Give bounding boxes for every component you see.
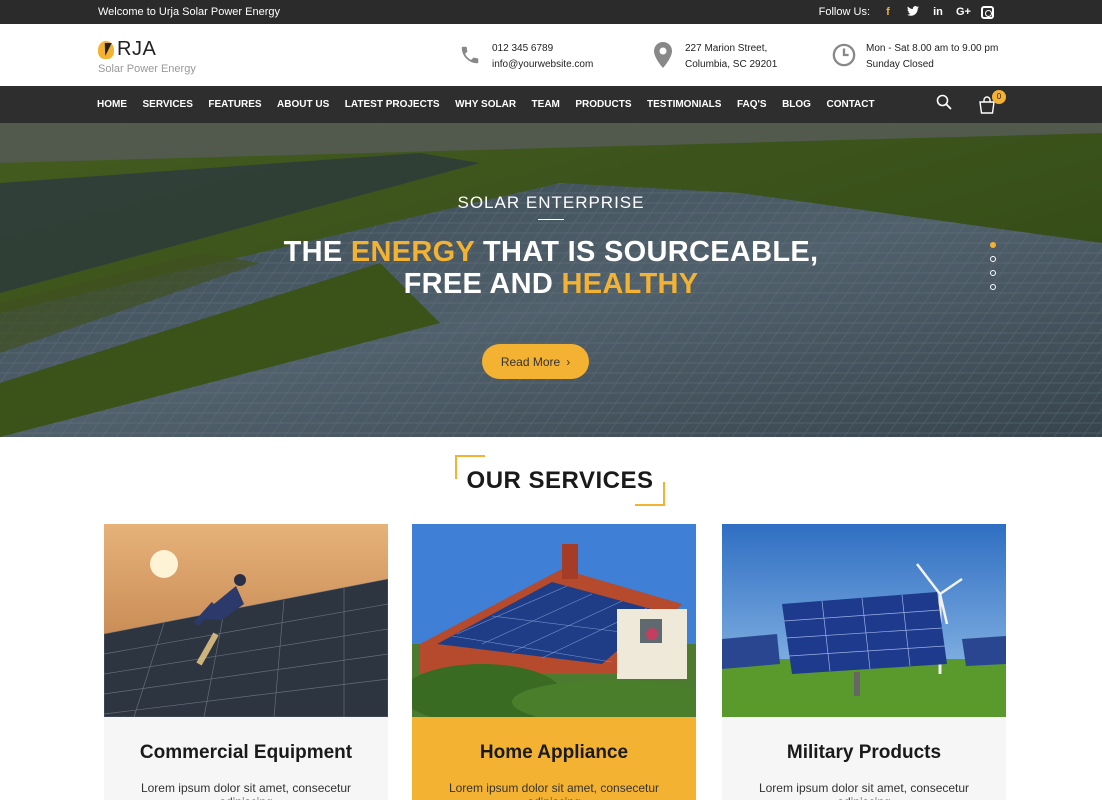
nav-services[interactable]: SERVICES bbox=[143, 99, 193, 110]
nav-latest-projects[interactable]: LATEST PROJECTS bbox=[345, 99, 440, 110]
location-pin-icon bbox=[651, 41, 675, 69]
phone-icon bbox=[458, 41, 482, 69]
services-section: OUR SERVICES Commercial Equipment Lorem bbox=[0, 437, 1102, 800]
slider-dots bbox=[990, 242, 996, 290]
contact-phone: 012 345 6789 info@yourwebsite.com bbox=[458, 41, 593, 73]
cart-button[interactable]: 0 bbox=[978, 89, 1006, 114]
twitter-icon[interactable] bbox=[906, 5, 920, 19]
slider-dot[interactable] bbox=[990, 270, 996, 276]
nav-why-solar[interactable]: WHY SOLAR bbox=[455, 99, 516, 110]
service-card-military[interactable]: Military Products Lorem ipsum dolor sit … bbox=[722, 524, 1006, 800]
service-card-home[interactable]: Home Appliance Lorem ipsum dolor sit ame… bbox=[412, 524, 696, 800]
service-image-military bbox=[722, 524, 1006, 717]
instagram-icon[interactable] bbox=[981, 5, 994, 19]
hours-line-1: Mon - Sat 8.00 am to 9.00 pm bbox=[866, 43, 999, 54]
cart-count-badge: 0 bbox=[992, 89, 1006, 104]
headline-part: THE bbox=[283, 236, 351, 268]
top-bar: Welcome to Urja Solar Power Energy Follo… bbox=[0, 0, 1102, 24]
contact-address: 227 Marion Street, Columbia, SC 29201 bbox=[651, 41, 777, 73]
service-image-home bbox=[412, 524, 696, 717]
service-title: Military Products bbox=[786, 742, 942, 763]
service-card-commercial[interactable]: Commercial Equipment Lorem ipsum dolor s… bbox=[104, 524, 388, 800]
social-links: Follow Us: f in G+ bbox=[818, 5, 994, 19]
nav-contact[interactable]: CONTACT bbox=[826, 99, 874, 110]
section-title: OUR SERVICES bbox=[455, 455, 665, 506]
address-line-2: Columbia, SC 29201 bbox=[685, 59, 778, 70]
phone-number[interactable]: 012 345 6789 bbox=[492, 41, 593, 57]
facebook-icon[interactable]: f bbox=[881, 6, 895, 18]
welcome-text: Welcome to Urja Solar Power Energy bbox=[98, 6, 280, 18]
read-more-label: Read More bbox=[500, 354, 561, 369]
google-plus-icon[interactable]: G+ bbox=[956, 6, 971, 18]
nav-team[interactable]: TEAM bbox=[532, 99, 560, 110]
nav-testimonials[interactable]: TESTIMONIALS bbox=[647, 99, 721, 110]
headline-part: FREE AND bbox=[403, 268, 562, 300]
nav-home[interactable]: HOME bbox=[97, 99, 127, 110]
brand-name: RJA bbox=[117, 38, 157, 60]
clock-icon bbox=[832, 41, 856, 69]
hero-kicker: SOLAR ENTERPRISE bbox=[457, 193, 645, 212]
nav-about-us[interactable]: ABOUT US bbox=[277, 99, 329, 110]
read-more-button[interactable]: Read More › bbox=[482, 344, 589, 379]
follow-label: Follow Us: bbox=[818, 6, 870, 18]
site-header: RJA Solar Power Energy 012 345 6789 info@… bbox=[0, 24, 1102, 86]
nav-products[interactable]: PRODUCTS bbox=[575, 99, 631, 110]
main-nav: HOME SERVICES FEATURES ABOUT US LATEST P… bbox=[0, 86, 1102, 123]
service-description: Lorem ipsum dolor sit amet, consecetur a… bbox=[140, 781, 352, 800]
bolt-icon bbox=[98, 40, 114, 59]
email-address[interactable]: info@yourwebsite.com bbox=[492, 57, 593, 73]
hero-slider: SOLAR ENTERPRISE THE ENERGY THAT IS SOUR… bbox=[0, 123, 1102, 437]
headline-part: THAT IS SOURCEABLE, bbox=[474, 236, 819, 268]
hours-line-2: Sunday Closed bbox=[866, 59, 934, 70]
nav-features[interactable]: FEATURES bbox=[208, 99, 261, 110]
service-image-commercial bbox=[104, 524, 388, 717]
headline-highlight: HEALTHY bbox=[561, 268, 699, 300]
service-title: Commercial Equipment bbox=[139, 742, 353, 763]
search-icon[interactable] bbox=[936, 94, 952, 115]
service-title: Home Appliance bbox=[479, 742, 629, 763]
address-line-1: 227 Marion Street, bbox=[685, 43, 768, 54]
services-heading: OUR SERVICES bbox=[466, 467, 654, 494]
headline-highlight: ENERGY bbox=[350, 236, 475, 268]
service-description: Lorem ipsum dolor sit amet, consecetur a… bbox=[448, 781, 660, 800]
kicker-divider bbox=[538, 219, 564, 220]
service-description: Lorem ipsum dolor sit amet, consecetur a… bbox=[758, 781, 970, 800]
nav-blog[interactable]: BLOG bbox=[782, 99, 811, 110]
brand-tagline: Solar Power Energy bbox=[98, 63, 196, 75]
nav-faqs[interactable]: FAQ'S bbox=[737, 99, 767, 110]
slider-dot[interactable] bbox=[990, 242, 996, 248]
linkedin-icon[interactable]: in bbox=[931, 6, 945, 18]
hero-headline: THE ENERGY THAT IS SOURCEABLE, FREE AND … bbox=[0, 236, 1102, 300]
logo[interactable]: RJA Solar Power Energy bbox=[98, 38, 196, 75]
chevron-right-icon: › bbox=[566, 354, 571, 369]
slider-dot[interactable] bbox=[990, 256, 996, 262]
contact-hours: Mon - Sat 8.00 am to 9.00 pm Sunday Close… bbox=[832, 41, 998, 73]
hero-caption: SOLAR ENTERPRISE THE ENERGY THAT IS SOUR… bbox=[0, 193, 1102, 300]
slider-dot[interactable] bbox=[990, 284, 996, 290]
